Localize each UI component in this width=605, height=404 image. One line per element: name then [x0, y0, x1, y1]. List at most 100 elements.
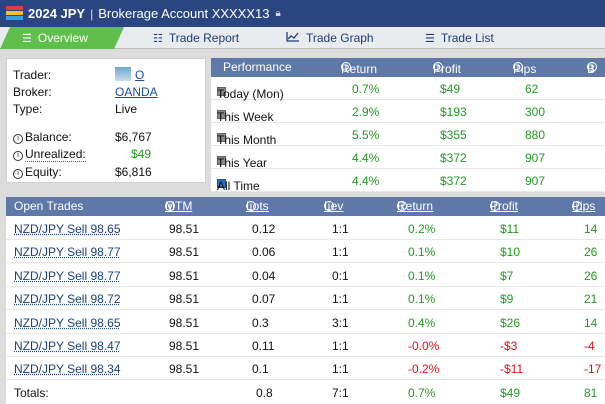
return-cell: 0.1% — [408, 292, 436, 307]
table-row: NZD/JPY Sell 98.47 98.51 0.11 1:1 -0.0% -$3 -4 — [6, 333, 605, 357]
balance-value: $6,767 — [115, 130, 152, 144]
info-icon: i — [397, 200, 407, 212]
trade-pair-link[interactable]: NZD/JPY Sell 98.34 — [14, 362, 121, 376]
totals-row: Totals: 0.8 7:1 0.7% $49 81 — [6, 380, 605, 404]
tab-trade-report[interactable]: ☷ Trade Report — [153, 27, 239, 49]
info-icon[interactable]: i — [13, 169, 23, 179]
mtm-cell: 98.51 — [169, 315, 200, 330]
table-row: NZD/JPY Sell 98.34 98.51 0.1 1:1 -0.2% -$11 -1… — [6, 356, 605, 381]
table-row: NZD/JPY Sell 98.65 98.51 0.12 1:1 0.2% $11 14 — [6, 216, 605, 240]
return-total: 0.7% — [408, 385, 436, 400]
profit-cell: $49 — [440, 82, 461, 96]
trader-link[interactable]: O — [135, 68, 144, 82]
return-cell: -0.2% — [408, 362, 440, 377]
broker-label: Broker: — [13, 85, 52, 99]
performance-header: Performance i Return i Profit i Pips iB — [211, 58, 605, 77]
mtm-cell: 98.51 — [169, 292, 200, 307]
table-row: NZD/JPY Sell 98.65 98.51 0.3 3:1 0.4% $26 14 — [6, 310, 605, 334]
trade-pair-link[interactable]: NZD/JPY Sell 98.77 — [14, 245, 121, 259]
lev-cell: 1:1 — [332, 339, 349, 353]
graph-icon — [286, 31, 300, 45]
return-cell: 0.4% — [408, 315, 436, 330]
balance-label: Balance: — [25, 130, 72, 144]
return-cell: 4.4% — [352, 174, 380, 188]
lev-cell: 1:1 — [332, 362, 349, 377]
balance-row: i Balance: — [13, 130, 72, 144]
list-icon: ☰ — [22, 32, 32, 45]
tab-overview[interactable]: ☰ Overview — [0, 27, 124, 49]
tab-trade-list-label: Trade List — [440, 31, 494, 45]
unrealized-row: i Unrealized: — [13, 147, 86, 162]
lots-cell: 0.1 — [252, 362, 269, 377]
lots-cell: 0.07 — [252, 292, 276, 307]
profit-cell: $355 — [440, 128, 467, 142]
profit-cell: $7 — [500, 268, 514, 283]
page-title: 2024 JPY — [28, 6, 86, 21]
info-icon: i — [572, 200, 582, 212]
return-cell: 4.4% — [352, 151, 380, 165]
col-performance: Performance — [223, 60, 292, 74]
tab-trade-graph[interactable]: Trade Graph — [286, 27, 374, 49]
table-row: NZD/JPY Sell 98.77 98.51 0.04 0:1 0.1% $7 26 — [6, 263, 605, 287]
profit-cell: $372 — [440, 174, 467, 188]
pips-cell: 26 — [584, 268, 598, 283]
pips-cell: 907 — [525, 151, 546, 165]
lev-cell: 3:1 — [332, 315, 349, 330]
return-cell: 0.1% — [408, 268, 436, 283]
trade-pair-link[interactable]: NZD/JPY Sell 98.65 — [14, 316, 121, 330]
info-icon[interactable]: i — [13, 151, 23, 161]
totals-label: Totals: — [14, 385, 49, 400]
equity-label: Equity: — [25, 165, 62, 179]
profit-cell: -$3 — [500, 339, 518, 353]
info-icon: i — [165, 200, 175, 212]
profit-cell: $9 — [500, 292, 514, 307]
pips-cell: 14 — [584, 222, 598, 236]
account-name: Brokerage Account XXXXX13 — [98, 6, 270, 21]
return-cell: 5.5% — [352, 128, 380, 142]
trade-pair-link[interactable]: NZD/JPY Sell 98.47 — [14, 339, 121, 353]
col-return[interactable]: i Return — [397, 199, 433, 213]
col-lots[interactable]: i Lots — [246, 199, 269, 213]
pips-cell: -4 — [584, 339, 595, 353]
lock-icon: 🔒︎ — [275, 8, 281, 19]
return-cell: 0.7% — [352, 82, 380, 96]
profit-total: $49 — [500, 385, 521, 400]
col-pips[interactable]: i Pips — [572, 199, 595, 213]
open-trades-header: Open Trades i MTM i Lots i Lev i Return i Pro… — [6, 197, 605, 216]
lots-cell: 0.11 — [252, 339, 275, 353]
pips-cell: 14 — [584, 315, 598, 330]
profit-cell: $26 — [500, 315, 521, 330]
unrealized-label: Unrealized: — [25, 147, 86, 162]
profit-cell: $10 — [500, 245, 521, 260]
tab-trade-list[interactable]: ☰ Trade List — [425, 27, 494, 49]
info-icon: i — [246, 200, 256, 212]
lots-cell: 0.06 — [252, 245, 276, 260]
broker-link[interactable]: OANDA — [115, 85, 158, 99]
info-icon: i — [324, 200, 334, 212]
performance-row: All Time 4.4% $372 907 — [211, 169, 605, 193]
lots-cell: 0.04 — [252, 268, 276, 283]
col-lev[interactable]: i Lev — [324, 199, 343, 213]
col-mtm[interactable]: i MTM — [165, 199, 192, 213]
col-open-trades: Open Trades — [14, 199, 84, 213]
mtm-cell: 98.51 — [169, 245, 200, 260]
mtm-cell: 98.51 — [169, 268, 200, 283]
table-row: NZD/JPY Sell 98.72 98.51 0.07 1:1 0.1% $9 21 — [6, 286, 605, 311]
app-logo-icon — [6, 5, 23, 22]
info-icon[interactable]: i — [13, 134, 23, 144]
tab-bar: ☰ Overview ☷ Trade Report Trade Graph ☰ … — [0, 27, 605, 49]
trade-pair-link[interactable]: NZD/JPY Sell 98.72 — [14, 292, 121, 306]
return-cell: 0.2% — [408, 222, 436, 236]
performance-row: This Year 4.4% $372 907 — [211, 146, 605, 170]
lots-cell: 0.3 — [252, 315, 269, 330]
account-panel: Trader: O Broker: OANDA Type: Live i Bala… — [6, 58, 206, 183]
avatar[interactable] — [115, 67, 131, 81]
trade-pair-link[interactable]: NZD/JPY Sell 98.77 — [14, 269, 121, 283]
return-cell: -0.0% — [408, 339, 440, 353]
pips-total: 81 — [584, 385, 598, 400]
title-separator: | — [90, 6, 94, 21]
table-row: NZD/JPY Sell 98.77 98.51 0.06 1:1 0.1% $10 26 — [6, 239, 605, 264]
trade-pair-link[interactable]: NZD/JPY Sell 98.65 — [14, 222, 121, 236]
col-profit[interactable]: i Profit — [490, 199, 518, 213]
lev-total: 7:1 — [332, 385, 349, 400]
